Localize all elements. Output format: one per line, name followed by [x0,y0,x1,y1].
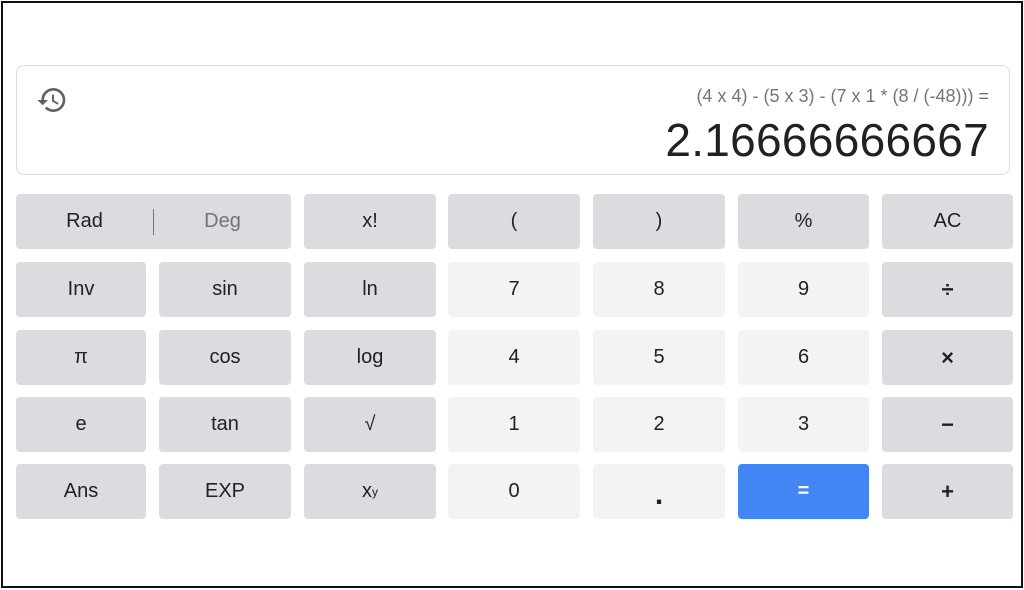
decimal-point-button[interactable]: . [593,464,725,519]
digit-3-button[interactable]: 3 [738,397,869,452]
multiply-button[interactable]: × [882,330,1013,385]
minus-button[interactable]: − [882,397,1013,452]
deg-button[interactable]: Deg [154,210,291,233]
digit-8-button[interactable]: 8 [593,262,725,317]
digit-7-button[interactable]: 7 [448,262,580,317]
inverse-button[interactable]: Inv [16,262,146,317]
exp-button[interactable]: EXP [159,464,291,519]
power-base-label: x [362,480,372,502]
calculator-display: (4 x 4) - (5 x 3) - (7 x 1 * (8 / (-48))… [16,65,1010,175]
sqrt-button[interactable]: √ [304,397,436,452]
angle-mode-toggle[interactable]: Rad Deg [16,194,291,249]
left-paren-button[interactable]: ( [448,194,580,249]
tan-button[interactable]: tan [159,397,291,452]
digit-4-button[interactable]: 4 [448,330,580,385]
result-text: 2.16666666667 [665,114,989,166]
sin-button[interactable]: sin [159,262,291,317]
digit-6-button[interactable]: 6 [738,330,869,385]
plus-button[interactable]: + [882,464,1013,519]
digit-0-button[interactable]: 0 [448,464,580,519]
rad-button[interactable]: Rad [16,210,153,233]
digit-2-button[interactable]: 2 [593,397,725,452]
power-exponent-label: y [372,484,378,499]
digit-5-button[interactable]: 5 [593,330,725,385]
expression-text: (4 x 4) - (5 x 3) - (7 x 1 * (8 / (-48))… [696,86,989,106]
all-clear-button[interactable]: AC [882,194,1013,249]
factorial-button[interactable]: x! [304,194,436,249]
equals-button[interactable]: = [738,464,869,519]
history-icon[interactable] [36,84,68,116]
percent-button[interactable]: % [738,194,869,249]
answer-button[interactable]: Ans [16,464,146,519]
cos-button[interactable]: cos [159,330,291,385]
euler-button[interactable]: e [16,397,146,452]
digit-1-button[interactable]: 1 [448,397,580,452]
log-button[interactable]: log [304,330,436,385]
divide-button[interactable]: ÷ [882,262,1013,317]
right-paren-button[interactable]: ) [593,194,725,249]
ln-button[interactable]: ln [304,262,436,317]
power-button[interactable]: xy [304,464,436,519]
pi-button[interactable]: π [16,330,146,385]
digit-9-button[interactable]: 9 [738,262,869,317]
